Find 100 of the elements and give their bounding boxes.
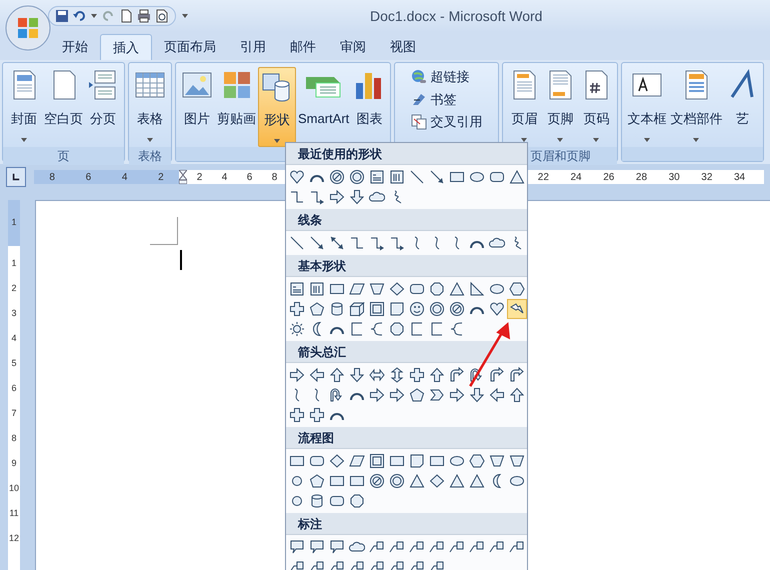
darrow-shape-icon <box>349 189 365 205</box>
callout-shape-icon <box>309 539 325 555</box>
shape-option[interactable] <box>347 187 367 207</box>
rarrow-shape-icon <box>449 387 465 403</box>
ribbon-button[interactable]: 超链接 <box>409 67 484 86</box>
frame-shape-icon <box>369 453 385 469</box>
shape-option[interactable] <box>427 299 447 319</box>
shape-option[interactable] <box>367 471 387 491</box>
shape-option[interactable] <box>387 471 407 491</box>
tab-stop-selector[interactable] <box>6 167 26 187</box>
shape-option[interactable] <box>407 365 427 385</box>
rarrow-shape-icon <box>389 387 405 403</box>
ruler-number: 8 <box>11 433 16 444</box>
office-button[interactable] <box>5 5 51 51</box>
shape-option[interactable] <box>347 365 367 385</box>
ribbon-tab[interactable]: 引用 <box>228 34 278 60</box>
elbow-shape-icon <box>349 235 365 251</box>
ruler-number: 4 <box>11 333 16 344</box>
ruler-number: 11 <box>9 508 19 519</box>
triangle-shape-icon <box>469 473 485 489</box>
textbox-shape-icon <box>289 281 305 297</box>
ribbon-button[interactable]: 形状 <box>258 67 296 147</box>
shape-option[interactable] <box>327 365 347 385</box>
shape-option[interactable] <box>367 451 387 471</box>
shape-option[interactable] <box>307 405 327 425</box>
parallelogram-shape-icon <box>349 281 365 297</box>
shape-option[interactable] <box>427 365 447 385</box>
shape-option[interactable] <box>467 385 487 405</box>
donut-shape-icon <box>349 169 365 185</box>
group-label: 页眉和页脚 <box>530 148 590 165</box>
shape-option[interactable] <box>407 299 427 319</box>
ribbon-button[interactable]: 分页 <box>85 67 121 147</box>
shape-option[interactable] <box>287 405 307 425</box>
ruler-number: 24 <box>570 170 582 184</box>
ribbon-button[interactable]: 空白页 <box>42 67 85 147</box>
ribbon-button[interactable]: 艺 <box>724 67 760 147</box>
lrarrow-shape-icon <box>369 367 385 383</box>
shape-option[interactable] <box>487 385 507 405</box>
ribbon-tab[interactable]: 视图 <box>378 34 428 60</box>
print-icon[interactable] <box>137 9 151 23</box>
customize-toolbar-icon[interactable] <box>182 14 188 18</box>
linecallout-shape-icon <box>429 539 445 555</box>
oval-shape-icon <box>509 473 525 489</box>
ribbon-button[interactable]: 图片 <box>179 67 215 147</box>
shape-option[interactable] <box>287 365 307 385</box>
shape-option[interactable] <box>287 319 307 339</box>
ribbon-button[interactable]: 页脚 <box>542 67 578 147</box>
roundrect-shape-icon <box>489 169 505 185</box>
diamond-shape-icon <box>389 281 405 297</box>
folded-shape-icon <box>409 453 425 469</box>
ribbon-tab[interactable]: 审阅 <box>328 34 378 60</box>
ribbon-button[interactable]: 交叉引用 <box>409 112 484 132</box>
uarrow-shape-icon <box>509 387 525 403</box>
ruler-number: 32 <box>701 170 712 184</box>
shape-option[interactable] <box>507 299 527 319</box>
shape-option[interactable] <box>367 385 387 405</box>
ribbon-tab[interactable]: 插入 <box>100 34 152 60</box>
shape-option[interactable] <box>327 167 347 187</box>
shape-option[interactable] <box>347 299 367 319</box>
shape-option[interactable] <box>447 385 467 405</box>
darrow-shape-icon <box>349 367 365 383</box>
ribbon-button[interactable]: 剪贴画 <box>215 67 258 147</box>
ruler-number: 10 <box>8 483 19 494</box>
ribbon-tab[interactable]: 开始 <box>50 34 100 60</box>
arrowline-shape-icon <box>309 235 325 251</box>
save-icon[interactable] <box>55 9 69 23</box>
window-title: Doc1.docx - Microsoft Word <box>370 6 542 26</box>
ribbon-tab[interactable]: 邮件 <box>278 34 328 60</box>
group-label: 表格 <box>138 148 162 165</box>
cross-shape-icon <box>289 407 305 423</box>
indent-marker-icon[interactable] <box>179 170 187 184</box>
larrow-shape-icon <box>489 387 505 403</box>
shape-option[interactable] <box>287 299 307 319</box>
shape-option[interactable] <box>447 299 467 319</box>
new-document-icon[interactable] <box>119 9 133 23</box>
textbox-shape-icon <box>369 169 385 185</box>
donut-shape-icon <box>389 473 405 489</box>
shape-option[interactable] <box>347 167 367 187</box>
diamond-shape-icon <box>329 453 345 469</box>
ribbon-button[interactable]: 书签 <box>409 90 484 109</box>
linecallout-shape-icon <box>509 539 525 555</box>
ribbon-button[interactable]: 表格 <box>132 67 168 147</box>
undo-icon[interactable] <box>73 9 87 23</box>
ribbon-button[interactable]: 封面 <box>6 67 42 147</box>
shape-option[interactable] <box>387 385 407 405</box>
shape-option[interactable] <box>307 365 327 385</box>
ribbon-button[interactable]: 文档部件 <box>668 67 724 147</box>
print-preview-icon[interactable] <box>155 9 169 23</box>
pentagon-shape-icon <box>309 301 325 317</box>
ruler-number: 34 <box>734 170 746 184</box>
ribbon-tab[interactable]: 页面布局 <box>152 34 228 60</box>
shape-option[interactable] <box>507 385 527 405</box>
ruler-number: 22 <box>538 170 549 184</box>
ribbon-button[interactable]: 页码 <box>578 67 614 147</box>
caret-icon <box>21 138 27 142</box>
ruler-number: 7 <box>11 408 16 419</box>
circle-shape-icon <box>289 473 305 489</box>
ribbon-button[interactable]: 文本框 <box>625 67 668 147</box>
shape-option[interactable] <box>367 299 387 319</box>
shape-option[interactable] <box>327 187 347 207</box>
